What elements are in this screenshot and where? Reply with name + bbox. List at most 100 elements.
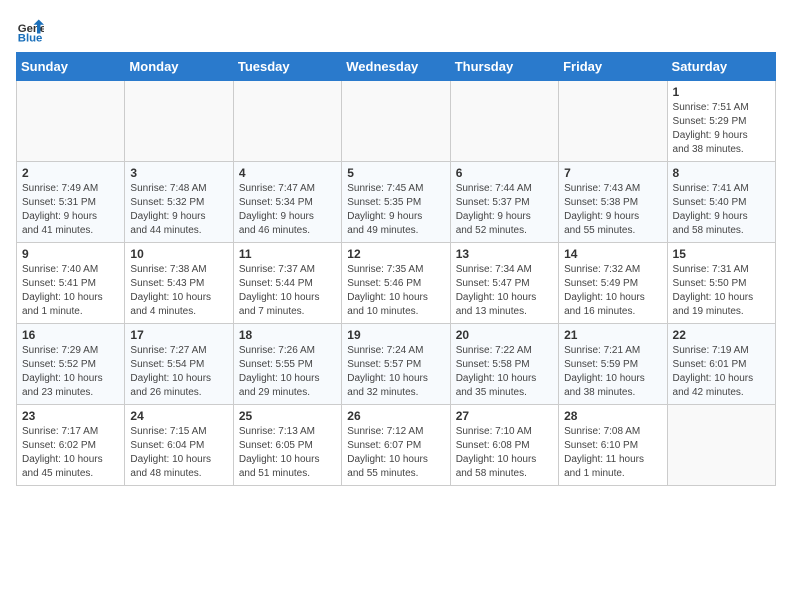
day-info: Sunrise: 7:38 AM Sunset: 5:43 PM Dayligh… [130,263,227,319]
day-info: Sunrise: 7:13 AM Sunset: 6:05 PM Dayligh… [239,425,336,481]
day-number: 7 [564,166,661,180]
calendar-week-row: 1 Sunrise: 7:51 AM Sunset: 5:29 PM Daylig… [17,81,776,162]
day-info: Sunrise: 7:24 AM Sunset: 5:57 PM Dayligh… [347,344,444,400]
calendar-week-row: 9 Sunrise: 7:40 AM Sunset: 5:41 PM Daylig… [17,243,776,324]
day-info: Sunrise: 7:34 AM Sunset: 5:47 PM Dayligh… [456,263,553,319]
calendar-cell: 1 Sunrise: 7:51 AM Sunset: 5:29 PM Daylig… [667,81,775,162]
calendar-cell: 3Sunrise: 7:48 AM Sunset: 5:32 PM Daylig… [125,162,233,243]
day-info: Sunrise: 7:17 AM Sunset: 6:02 PM Dayligh… [22,425,119,481]
day-info: Sunrise: 7:12 AM Sunset: 6:07 PM Dayligh… [347,425,444,481]
calendar-cell [233,81,341,162]
day-info: Sunrise: 7:31 AM Sunset: 5:50 PM Dayligh… [673,263,770,319]
day-number: 19 [347,328,444,342]
logo: General Blue [16,16,48,44]
calendar-cell: 12 Sunrise: 7:35 AM Sunset: 5:46 PM Dayli… [342,243,450,324]
calendar-cell: 8 Sunrise: 7:41 AM Sunset: 5:40 PM Daylig… [667,162,775,243]
day-number: 26 [347,409,444,423]
calendar-cell: 27 Sunrise: 7:10 AM Sunset: 6:08 PM Dayli… [450,405,558,486]
day-number: 20 [456,328,553,342]
day-info: Sunrise: 7:08 AM Sunset: 6:10 PM Dayligh… [564,425,661,481]
weekday-header-saturday: Saturday [667,53,775,81]
day-info: Sunrise: 7:32 AM Sunset: 5:49 PM Dayligh… [564,263,661,319]
logo-icon: General Blue [16,16,44,44]
day-number: 24 [130,409,227,423]
day-info: Sunrise: 7:40 AM Sunset: 5:41 PM Dayligh… [22,263,119,319]
day-info: Sunrise: 7:10 AM Sunset: 6:08 PM Dayligh… [456,425,553,481]
calendar-cell: 13 Sunrise: 7:34 AM Sunset: 5:47 PM Dayli… [450,243,558,324]
calendar-week-row: 16 Sunrise: 7:29 AM Sunset: 5:52 PM Dayli… [17,324,776,405]
calendar-cell [559,81,667,162]
calendar-cell: 15 Sunrise: 7:31 AM Sunset: 5:50 PM Dayli… [667,243,775,324]
day-info: Sunrise: 7:49 AM Sunset: 5:31 PM Dayligh… [22,182,119,238]
calendar-cell: 20 Sunrise: 7:22 AM Sunset: 5:58 PM Dayli… [450,324,558,405]
calendar-cell: 9 Sunrise: 7:40 AM Sunset: 5:41 PM Daylig… [17,243,125,324]
weekday-header-wednesday: Wednesday [342,53,450,81]
weekday-header-monday: Monday [125,53,233,81]
calendar-cell: 28 Sunrise: 7:08 AM Sunset: 6:10 PM Dayli… [559,405,667,486]
day-info: Sunrise: 7:35 AM Sunset: 5:46 PM Dayligh… [347,263,444,319]
day-number: 16 [22,328,119,342]
calendar-cell: 16 Sunrise: 7:29 AM Sunset: 5:52 PM Dayli… [17,324,125,405]
day-number: 23 [22,409,119,423]
day-info: Sunrise: 7:43 AM Sunset: 5:38 PM Dayligh… [564,182,661,238]
calendar-cell: 19 Sunrise: 7:24 AM Sunset: 5:57 PM Dayli… [342,324,450,405]
weekday-header-tuesday: Tuesday [233,53,341,81]
day-number: 22 [673,328,770,342]
day-info: Sunrise: 7:26 AM Sunset: 5:55 PM Dayligh… [239,344,336,400]
calendar-cell: 23 Sunrise: 7:17 AM Sunset: 6:02 PM Dayli… [17,405,125,486]
day-number: 1 [673,85,770,99]
day-number: 4 [239,166,336,180]
calendar-cell: 22 Sunrise: 7:19 AM Sunset: 6:01 PM Dayli… [667,324,775,405]
day-info: Sunrise: 7:29 AM Sunset: 5:52 PM Dayligh… [22,344,119,400]
calendar-table: SundayMondayTuesdayWednesdayThursdayFrid… [16,52,776,486]
calendar-cell: 11Sunrise: 7:37 AM Sunset: 5:44 PM Dayli… [233,243,341,324]
svg-text:Blue: Blue [18,32,43,44]
calendar-cell: 21 Sunrise: 7:21 AM Sunset: 5:59 PM Dayli… [559,324,667,405]
calendar-cell: 17 Sunrise: 7:27 AM Sunset: 5:54 PM Dayli… [125,324,233,405]
day-number: 17 [130,328,227,342]
day-number: 14 [564,247,661,261]
day-info: Sunrise: 7:27 AM Sunset: 5:54 PM Dayligh… [130,344,227,400]
calendar-cell: 14 Sunrise: 7:32 AM Sunset: 5:49 PM Dayli… [559,243,667,324]
day-number: 25 [239,409,336,423]
day-number: 18 [239,328,336,342]
day-info: Sunrise: 7:19 AM Sunset: 6:01 PM Dayligh… [673,344,770,400]
weekday-header-thursday: Thursday [450,53,558,81]
day-number: 8 [673,166,770,180]
day-info: Sunrise: 7:21 AM Sunset: 5:59 PM Dayligh… [564,344,661,400]
day-number: 27 [456,409,553,423]
calendar-week-row: 23 Sunrise: 7:17 AM Sunset: 6:02 PM Dayli… [17,405,776,486]
day-number: 3 [130,166,227,180]
calendar-cell: 10Sunrise: 7:38 AM Sunset: 5:43 PM Dayli… [125,243,233,324]
calendar-cell [450,81,558,162]
calendar-cell: 6Sunrise: 7:44 AM Sunset: 5:37 PM Daylig… [450,162,558,243]
calendar-week-row: 2 Sunrise: 7:49 AM Sunset: 5:31 PM Daylig… [17,162,776,243]
day-number: 9 [22,247,119,261]
day-number: 15 [673,247,770,261]
calendar-cell [17,81,125,162]
day-number: 28 [564,409,661,423]
day-info: Sunrise: 7:22 AM Sunset: 5:58 PM Dayligh… [456,344,553,400]
calendar-cell [342,81,450,162]
page-header: General Blue [16,16,776,44]
day-info: Sunrise: 7:51 AM Sunset: 5:29 PM Dayligh… [673,101,770,157]
day-info: Sunrise: 7:15 AM Sunset: 6:04 PM Dayligh… [130,425,227,481]
calendar-cell [667,405,775,486]
calendar-cell: 26 Sunrise: 7:12 AM Sunset: 6:07 PM Dayli… [342,405,450,486]
day-number: 21 [564,328,661,342]
calendar-cell: 4Sunrise: 7:47 AM Sunset: 5:34 PM Daylig… [233,162,341,243]
calendar-header-row: SundayMondayTuesdayWednesdayThursdayFrid… [17,53,776,81]
calendar-cell: 25 Sunrise: 7:13 AM Sunset: 6:05 PM Dayli… [233,405,341,486]
weekday-header-friday: Friday [559,53,667,81]
day-info: Sunrise: 7:41 AM Sunset: 5:40 PM Dayligh… [673,182,770,238]
day-info: Sunrise: 7:45 AM Sunset: 5:35 PM Dayligh… [347,182,444,238]
day-number: 13 [456,247,553,261]
day-number: 2 [22,166,119,180]
day-info: Sunrise: 7:44 AM Sunset: 5:37 PM Dayligh… [456,182,553,238]
weekday-header-sunday: Sunday [17,53,125,81]
calendar-cell: 5Sunrise: 7:45 AM Sunset: 5:35 PM Daylig… [342,162,450,243]
calendar-cell: 18 Sunrise: 7:26 AM Sunset: 5:55 PM Dayli… [233,324,341,405]
calendar-cell: 24 Sunrise: 7:15 AM Sunset: 6:04 PM Dayli… [125,405,233,486]
calendar-cell: 2 Sunrise: 7:49 AM Sunset: 5:31 PM Daylig… [17,162,125,243]
day-number: 12 [347,247,444,261]
